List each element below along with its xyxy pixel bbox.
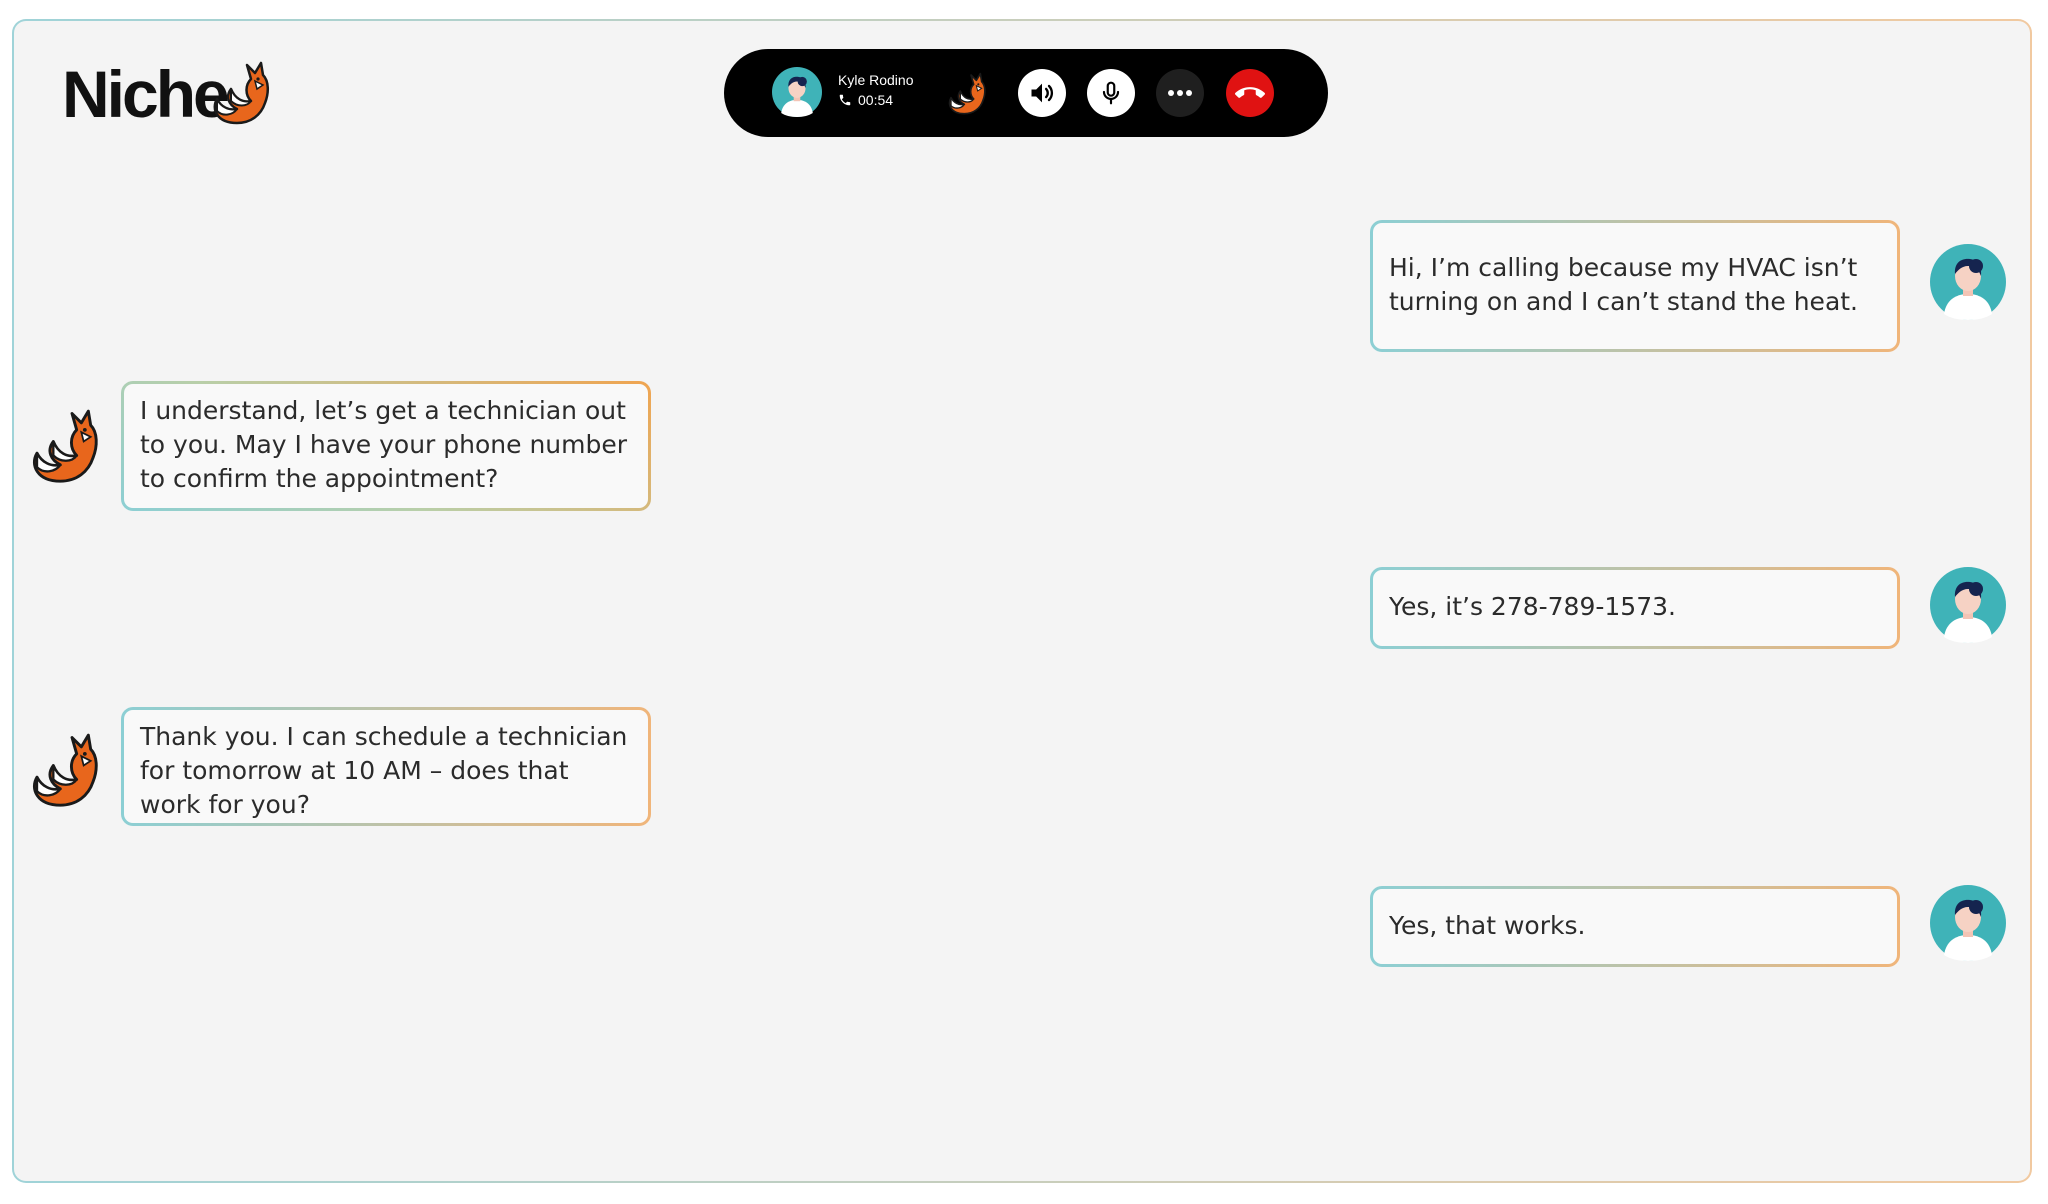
user-message-bubble: Yes, it’s 278-789-1573.: [1370, 567, 1900, 649]
more-icon: [1168, 90, 1192, 96]
hang-up-icon: [1235, 87, 1265, 98]
fox-assistant-icon: [30, 406, 100, 484]
user-avatar-icon: [1930, 885, 2006, 961]
microphone-icon: [1102, 81, 1120, 105]
user-avatar-icon: [1930, 244, 2006, 320]
user-avatar-icon: [1930, 567, 2006, 643]
message-text: Yes, that works.: [1389, 911, 1586, 940]
caller-name: Kyle Rodino: [838, 72, 914, 88]
call-duration: 00:54: [838, 92, 893, 108]
end-call-button[interactable]: [1226, 69, 1274, 117]
speaker-button[interactable]: [1018, 69, 1066, 117]
speaker-icon: [1031, 83, 1054, 103]
message-text: Thank you. I can schedule a technician f…: [140, 722, 628, 819]
microphone-button[interactable]: [1087, 69, 1135, 117]
user-message-bubble: Yes, that works.: [1370, 886, 1900, 967]
niche-logo: Niche: [62, 58, 272, 130]
assistant-message-bubble: I understand, let’s get a technician out…: [121, 381, 651, 511]
fox-logo-icon: [211, 59, 271, 125]
logo-text: Niche: [62, 57, 230, 131]
message-text: I understand, let’s get a technician out…: [140, 396, 628, 493]
user-message-bubble: Hi, I’m calling because my HVAC isn’t tu…: [1370, 220, 1900, 352]
phone-icon: [839, 94, 851, 106]
more-options-button[interactable]: [1156, 69, 1204, 117]
call-control-bar: Kyle Rodino 00:54: [724, 49, 1328, 137]
caller-avatar-icon: [772, 67, 822, 117]
message-text: Yes, it’s 278-789-1573.: [1389, 592, 1676, 621]
message-text: Hi, I’m calling because my HVAC isn’t tu…: [1389, 253, 1859, 316]
assistant-message-bubble: Thank you. I can schedule a technician f…: [121, 707, 651, 826]
fox-assistant-icon: [30, 730, 100, 808]
fox-icon: [947, 71, 987, 115]
call-duration-text: 00:54: [858, 92, 894, 108]
